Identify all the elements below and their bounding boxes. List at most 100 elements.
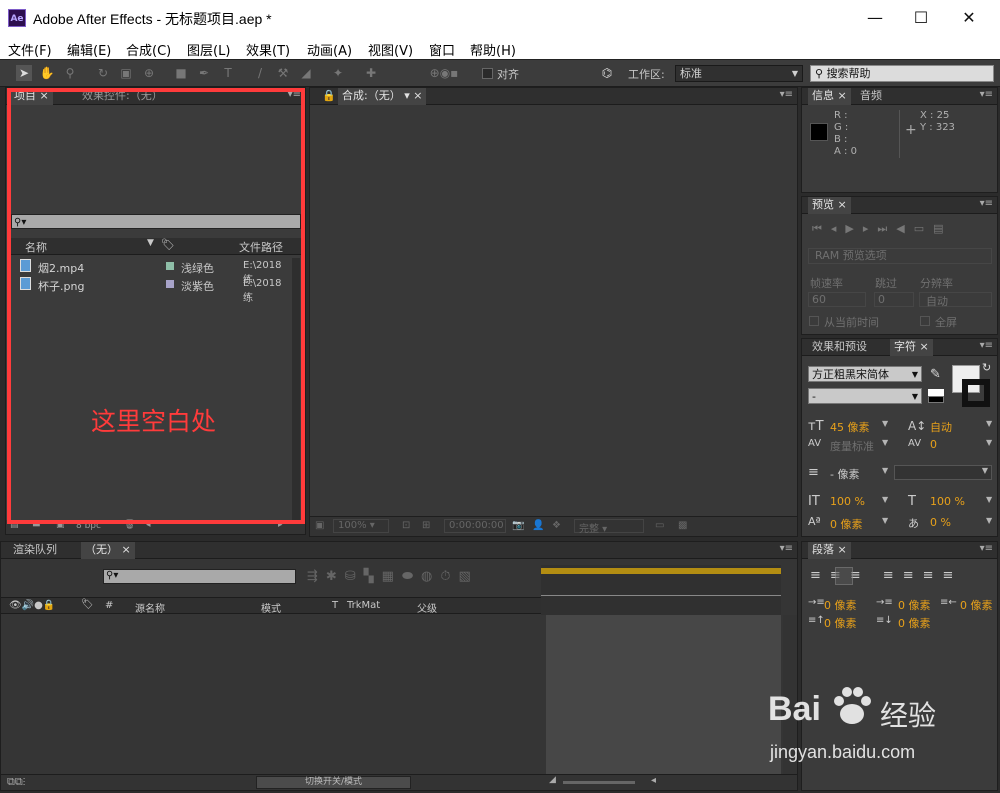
project-search-input[interactable]: ⚲▾ [11, 214, 301, 229]
fit-icon[interactable]: ⊡ [402, 520, 410, 531]
brush-tool-icon[interactable]: / [252, 65, 268, 81]
chevron-down-icon[interactable]: ▼ [882, 516, 888, 525]
transparency-grid-icon[interactable]: ▩ [678, 520, 687, 531]
vertical-scale-value[interactable]: 100 % [830, 495, 865, 508]
rectangle-tool-icon[interactable]: ■ [173, 65, 189, 81]
from-current-checkbox[interactable] [809, 316, 819, 326]
eraser-tool-icon[interactable]: ◢ [298, 65, 314, 81]
fullscreen-checkbox[interactable] [920, 316, 930, 326]
minimize-button[interactable]: — [852, 0, 898, 37]
panel-menu-icon[interactable]: ▾≡ [980, 543, 993, 554]
panel-menu-icon[interactable]: ▾≡ [780, 89, 793, 100]
text-tool-icon[interactable]: T [220, 65, 236, 81]
help-search-field[interactable]: ⚲ 搜索帮助 [810, 65, 994, 82]
font-style-dropdown[interactable]: - ▼ [808, 388, 922, 404]
col-filepath[interactable]: 文件路径 [239, 239, 283, 255]
tab-project[interactable]: 项目 × [10, 88, 53, 105]
menu-help[interactable]: 帮助(H) [470, 40, 516, 59]
panel-menu-icon[interactable]: ▾≡ [980, 340, 993, 351]
roto-brush-tool-icon[interactable]: ✦ [330, 65, 346, 81]
hand-tool-icon[interactable]: ✋ [39, 65, 55, 81]
maximize-button[interactable]: ☐ [898, 0, 944, 37]
project-scrollbar[interactable] [292, 258, 300, 520]
axis-mode-icon[interactable]: ⊕◉▪ [424, 65, 464, 81]
snapshot-icon[interactable]: 📷 [512, 520, 524, 531]
panel-menu-icon[interactable]: ▾≡ [980, 89, 993, 100]
tab-render-queue[interactable]: 渲染队列 [9, 542, 61, 559]
zoom-dropdown[interactable]: 100% ▾ [333, 519, 389, 533]
toggle-switches-modes-button[interactable]: 切换开关/模式 [256, 776, 411, 789]
scroll-left-icon[interactable]: ◂ [651, 775, 656, 786]
chevron-down-icon[interactable]: ▼ [882, 495, 888, 504]
zoom-tool-icon[interactable]: ⚲ [62, 65, 78, 81]
space-after-value[interactable]: 0 像素 [898, 615, 931, 631]
scroll-right-icon[interactable]: ▸ [278, 520, 283, 530]
close-button[interactable]: ✕ [946, 0, 992, 37]
stroke-width-value[interactable]: - 像素 [830, 466, 859, 482]
tab-effects-presets[interactable]: 效果和预设 [808, 339, 871, 356]
pan-behind-tool-icon[interactable]: ⊕ [141, 65, 157, 81]
time-ruler[interactable] [541, 565, 781, 615]
resolution-dropdown[interactable]: 自动 [919, 292, 992, 308]
chevron-down-icon[interactable]: ▼ [882, 438, 888, 447]
timeline-switch-icons[interactable]: ⇶✱⛁▚▦⬬◍⏱▧ [307, 569, 527, 584]
timeline-track-area[interactable] [546, 615, 781, 775]
label-tag-icon[interactable]: 🏷 [81, 599, 94, 610]
chevron-down-icon[interactable]: ▼ [986, 495, 992, 504]
project-file-row[interactable]: 杯子.png 淡紫色 E:\2018练 [16, 276, 291, 304]
rotate-tool-icon[interactable]: ↻ [95, 65, 111, 81]
tab-timeline-none[interactable]: （无） × [81, 542, 135, 559]
menu-edit[interactable]: 编辑(E) [67, 40, 111, 59]
panel-menu-icon[interactable]: ▾≡ [780, 543, 793, 554]
lock-icon[interactable]: 🔒 [318, 88, 340, 105]
clone-stamp-tool-icon[interactable]: ⚒ [275, 65, 291, 81]
selection-tool-icon[interactable]: ➤ [16, 65, 32, 81]
roi-icon[interactable]: ▭ [655, 520, 664, 531]
new-comp-icon[interactable]: ▣ [56, 520, 65, 530]
tracking-value[interactable]: 0 [930, 438, 937, 451]
menu-view[interactable]: 视图(V) [368, 40, 413, 59]
indent-first-value[interactable]: 0 像素 [898, 597, 931, 613]
col-number[interactable]: # [105, 600, 113, 611]
camera-tool-icon[interactable]: ▣ [118, 65, 134, 81]
show-snapshot-icon[interactable]: 👤 [532, 520, 544, 531]
col-parent[interactable]: 父级 [417, 600, 437, 615]
menu-animation[interactable]: 动画(A) [307, 40, 352, 59]
tab-effect-controls[interactable]: 效果控件:（无） [78, 88, 167, 105]
tab-composition[interactable]: 合成:（无） ▾ × [338, 88, 427, 105]
menu-window[interactable]: 窗口 [429, 40, 455, 59]
align-checkbox[interactable] [482, 68, 493, 79]
chevron-down-icon[interactable]: ▼ [882, 419, 888, 428]
baseline-shift-value[interactable]: 0 像素 [830, 516, 863, 532]
align-center-selected[interactable] [835, 567, 853, 585]
channel-icon[interactable]: ❖ [552, 520, 561, 531]
playback-controls[interactable]: ⏮◂▶▸⏭◀▭▤ [812, 222, 992, 236]
work-area-bar[interactable] [541, 568, 781, 574]
tab-character[interactable]: 字符 × [890, 339, 933, 356]
timeline-search-input[interactable]: ⚲▾ [103, 569, 296, 584]
tab-audio[interactable]: 音频 [856, 88, 886, 105]
av-features-icon[interactable]: 👁🔊●🔒 [9, 600, 55, 611]
zoom-slider[interactable] [563, 781, 635, 784]
stroke-style-dropdown[interactable]: ▼ [894, 465, 992, 480]
indent-right-value[interactable]: 0 像素 [960, 597, 993, 613]
menu-file[interactable]: 文件(F) [8, 40, 52, 59]
label-tag-icon[interactable]: 🏷 [161, 238, 175, 251]
menu-effect[interactable]: 效果(T) [246, 40, 290, 59]
chevron-down-icon[interactable]: ▼ [986, 419, 992, 428]
comp-flowchart-icon[interactable]: ⧉⧉⫶ [7, 775, 25, 789]
trash-icon[interactable]: 🗑 [124, 520, 135, 530]
menu-composition[interactable]: 合成(C) [126, 40, 171, 59]
col-source-name[interactable]: 源名称 [135, 600, 165, 615]
stroke-color-swatch[interactable] [962, 379, 990, 407]
bpc-label[interactable]: 8 bpc [76, 521, 101, 531]
space-before-value[interactable]: 0 像素 [824, 615, 857, 631]
eyedropper-icon[interactable]: ✎ [930, 367, 941, 382]
col-name[interactable]: 名称 [25, 239, 47, 255]
safe-zones-icon[interactable]: ⊞ [422, 520, 430, 531]
interpret-footage-icon[interactable]: ▤ [10, 520, 19, 530]
always-preview-icon[interactable]: ▣ [315, 520, 324, 531]
tab-info[interactable]: 信息 × [808, 88, 851, 105]
ram-preview-dropdown[interactable]: RAM 预览选项 [808, 248, 992, 264]
timecode-display[interactable]: 0:00:00:00 [444, 519, 506, 533]
